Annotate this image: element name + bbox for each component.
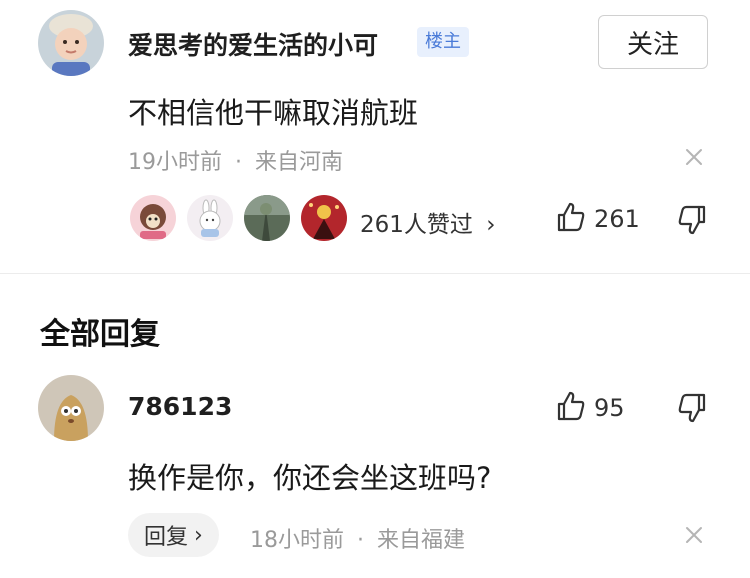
liker-avatar	[187, 195, 233, 241]
close-icon[interactable]	[684, 147, 704, 167]
op-badge: 楼主	[417, 27, 469, 57]
reply-content: 换作是你，你还会坐这班吗?	[128, 461, 492, 495]
post-meta: 19小时前 · 来自河南	[128, 144, 343, 176]
follow-button[interactable]: 关注	[598, 15, 708, 69]
liked-count-text: 261人赞过	[360, 212, 473, 238]
reply-button-label: 回复	[144, 525, 189, 550]
author-name[interactable]: 爱思考的爱生活的小可	[128, 26, 378, 62]
reply-like-count: 95	[594, 394, 625, 422]
post-content: 不相信他干嘛取消航班	[128, 96, 419, 130]
liker-avatar	[244, 195, 290, 241]
reply-time: 18小时前	[250, 528, 344, 553]
thumb-down-icon	[677, 392, 707, 428]
chevron-right-icon: ›	[194, 522, 203, 548]
reply-meta: 18小时前 · 来自福建	[250, 522, 465, 554]
post-dislike-button[interactable]	[677, 204, 707, 240]
chevron-right-icon: ›	[486, 212, 496, 238]
post-time: 19小时前	[128, 150, 222, 175]
liker-avatar	[301, 195, 347, 241]
reply-like-button[interactable]: 95	[556, 390, 625, 426]
reply-author-avatar[interactable]	[38, 375, 104, 441]
meta-separator: ·	[357, 528, 364, 553]
post-like-count: 261	[594, 205, 640, 233]
reply-dislike-button[interactable]	[677, 392, 707, 428]
reply-author-name[interactable]: 786123	[128, 392, 232, 421]
liked-summary[interactable]: 261人赞过 ›	[360, 205, 495, 239]
section-title: 全部回复	[40, 317, 160, 352]
meta-separator: ·	[235, 150, 242, 175]
liker-avatar	[130, 195, 176, 241]
section-divider	[0, 273, 750, 274]
author-avatar[interactable]	[38, 10, 104, 76]
thumb-up-icon	[556, 390, 586, 426]
reply-button[interactable]: 回复 ›	[128, 513, 219, 557]
thumb-up-icon	[556, 201, 586, 237]
post-location: 来自河南	[255, 150, 344, 175]
thumb-down-icon	[677, 204, 707, 240]
reply-location: 来自福建	[377, 528, 466, 553]
close-icon[interactable]	[684, 525, 704, 545]
likers-avatars[interactable]	[130, 195, 358, 241]
post-like-button[interactable]: 261	[556, 201, 640, 237]
